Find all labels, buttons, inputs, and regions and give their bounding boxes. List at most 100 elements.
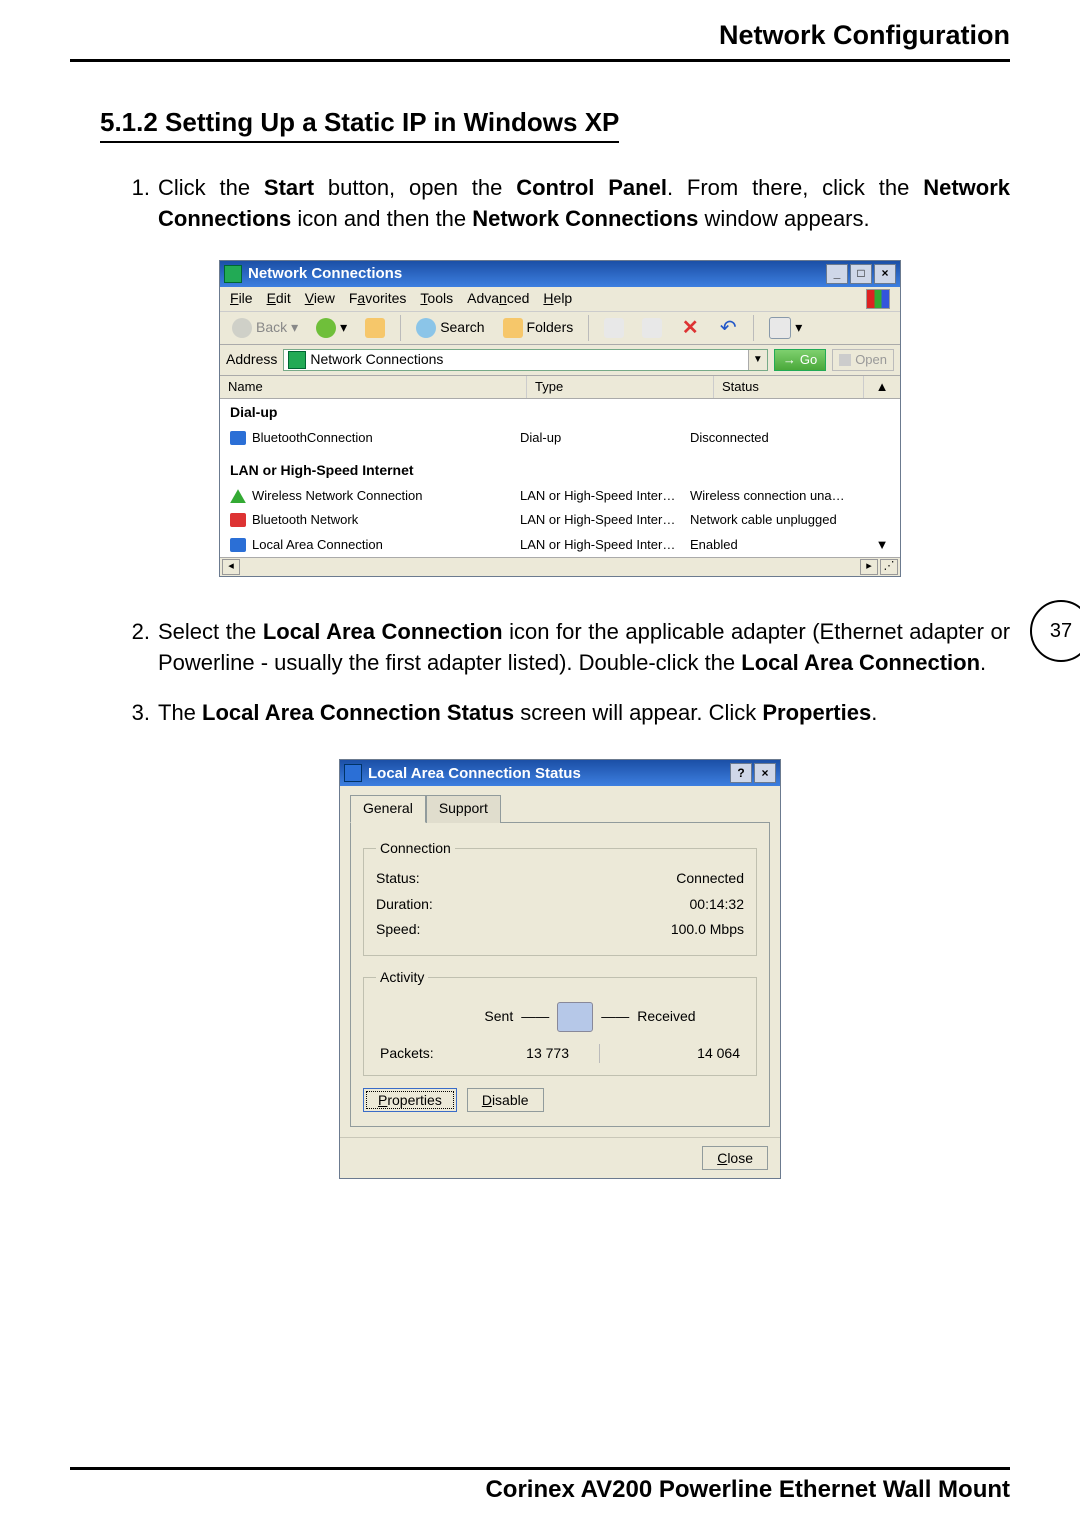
scroll-down-button[interactable]: ▼ <box>874 536 890 554</box>
go-button[interactable]: → Go <box>774 349 826 371</box>
scroll-left-button[interactable]: ◂ <box>222 559 240 575</box>
connection-icon <box>344 764 362 782</box>
t: button, open the <box>314 175 516 200</box>
step-2: 2. Select the Local Area Connection icon… <box>110 617 1010 679</box>
address-bar: Address Network Connections ▼ → Go Open <box>220 345 900 376</box>
t: Start <box>264 175 314 200</box>
t: screen will appear. Click <box>514 700 762 725</box>
move-to-button <box>598 316 630 340</box>
cell: Enabled <box>690 536 738 554</box>
horizontal-scrollbar[interactable]: ◂ ▸ ⋰ <box>220 557 900 576</box>
address-value: Network Connections <box>310 350 747 370</box>
list-item[interactable]: Wireless Network Connection LAN or High-… <box>220 484 900 508</box>
t: icon and then the <box>291 206 472 231</box>
toolbar: Back ▾ ▾ Search Folders ✕ ↶ ▾ <box>220 311 900 345</box>
search-label: Search <box>440 318 484 338</box>
t: Select the <box>158 619 263 644</box>
cell: Wireless connection una… <box>690 487 890 505</box>
list-item[interactable]: Bluetooth Network LAN or High-Speed Inte… <box>220 508 900 532</box>
address-input[interactable]: Network Connections ▼ <box>283 349 767 371</box>
search-button[interactable]: Search <box>410 316 490 340</box>
close-button[interactable]: × <box>754 763 776 783</box>
tab-panel: Connection Status:Connected Duration:00:… <box>350 822 770 1128</box>
menu-advanced[interactable]: Advanced <box>467 289 529 309</box>
undo-arrow-icon: ↶ <box>718 318 738 338</box>
page-number-badge: 37 <box>1030 600 1080 662</box>
connection-group: Connection Status:Connected Duration:00:… <box>363 839 757 956</box>
t: . <box>871 700 877 725</box>
search-icon <box>416 318 436 338</box>
disable-button[interactable]: Disable <box>467 1088 544 1112</box>
close-dialog-button[interactable]: Close <box>702 1146 768 1170</box>
address-dropdown-button[interactable]: ▼ <box>748 350 767 370</box>
sent-label: Sent <box>484 1007 513 1027</box>
list-item[interactable]: Local Area Connection LAN or High-Speed … <box>220 533 900 557</box>
header-status[interactable]: Status <box>714 376 864 398</box>
step-1-number: 1. <box>110 173 158 235</box>
bluetooth-net-icon <box>230 513 246 527</box>
window-titlebar[interactable]: Network Connections _ □ × <box>220 261 900 287</box>
packets-label: Packets: <box>380 1044 459 1064</box>
lan-icon <box>230 538 246 552</box>
header-name[interactable]: Name <box>220 376 527 398</box>
properties-button[interactable]: Properties <box>363 1088 457 1112</box>
header-type[interactable]: Type <box>527 376 714 398</box>
menu-edit[interactable]: Edit <box>267 289 291 309</box>
packets-sent-value: 13 773 <box>459 1044 569 1064</box>
tab-general[interactable]: General <box>350 795 426 823</box>
up-folder-icon <box>365 318 385 338</box>
window-title: Network Connections <box>248 263 402 284</box>
views-icon <box>769 317 791 339</box>
menu-help[interactable]: Help <box>543 289 572 309</box>
list-item[interactable]: BluetoothConnection Dial-up Disconnected <box>220 426 900 450</box>
forward-button[interactable]: ▾ <box>310 316 353 340</box>
undo-button[interactable]: ↶ <box>712 316 744 340</box>
move-icon <box>604 318 624 338</box>
menu-view[interactable]: View <box>305 289 335 309</box>
cell: BluetoothConnection <box>252 429 373 447</box>
group-dialup: Dial-up <box>220 399 900 427</box>
activity-group: Activity Sent —— —— Received Pac <box>363 968 757 1076</box>
forward-arrow-icon <box>316 318 336 338</box>
address-label: Address <box>226 350 277 370</box>
menu-tools[interactable]: Tools <box>420 289 453 309</box>
up-button[interactable] <box>359 316 391 340</box>
open-label: Open <box>855 351 887 369</box>
folders-button[interactable]: Folders <box>497 316 580 340</box>
help-button[interactable]: ? <box>730 763 752 783</box>
wireless-icon <box>230 489 246 503</box>
open-icon <box>839 354 851 366</box>
resize-grip-icon[interactable]: ⋰ <box>880 559 898 575</box>
speed-label: Speed: <box>376 920 420 940</box>
close-button[interactable]: × <box>874 264 896 284</box>
t: Local Area Connection <box>263 619 503 644</box>
delete-button[interactable]: ✕ <box>674 316 706 340</box>
go-label: Go <box>800 351 817 369</box>
t: Control Panel <box>516 175 667 200</box>
speed-value: 100.0 Mbps <box>671 920 744 940</box>
connection-legend: Connection <box>376 839 455 859</box>
t: The <box>158 700 202 725</box>
menu-favorites[interactable]: Favorites <box>349 289 407 309</box>
dialog-titlebar[interactable]: Local Area Connection Status ? × <box>340 760 780 786</box>
menu-bar: File Edit View Favorites Tools Advanced … <box>220 287 900 311</box>
cell: LAN or High-Speed Inter… <box>520 511 690 529</box>
delete-x-icon: ✕ <box>680 318 700 338</box>
monitors-icon <box>557 1002 593 1032</box>
back-label: Back <box>256 318 287 338</box>
menu-file[interactable]: File <box>230 289 253 309</box>
tab-strip: General Support <box>340 786 780 822</box>
scroll-up-button[interactable]: ▲ <box>864 376 900 398</box>
t: window appears. <box>698 206 869 231</box>
views-button[interactable]: ▾ <box>763 315 808 341</box>
scroll-right-button[interactable]: ▸ <box>860 559 878 575</box>
maximize-button[interactable]: □ <box>850 264 872 284</box>
tab-support[interactable]: Support <box>426 795 501 823</box>
open-button: Open <box>832 349 894 371</box>
status-label: Status: <box>376 869 420 889</box>
cell: Disconnected <box>690 429 890 447</box>
dialog-title: Local Area Connection Status <box>368 763 581 784</box>
app-icon <box>224 265 242 283</box>
minimize-button[interactable]: _ <box>826 264 848 284</box>
address-icon <box>288 351 306 369</box>
